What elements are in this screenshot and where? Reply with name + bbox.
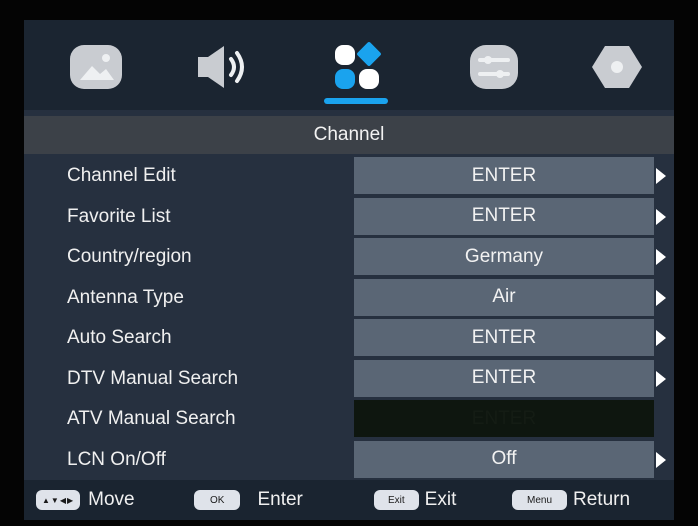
- hint-enter: OK Enter: [194, 487, 303, 513]
- hint-return-label: Return: [573, 489, 631, 510]
- menu-item-label: LCN On/Off: [67, 448, 166, 470]
- menu-item-dtv-manual-search[interactable]: DTV Manual Search ENTER: [24, 359, 674, 400]
- sliders-icon: [470, 45, 518, 89]
- menu-item-value[interactable]: Off: [354, 440, 654, 478]
- category-tab-bar: [24, 20, 674, 110]
- speaker-icon: [198, 46, 244, 88]
- key-hint-bar: ▲▼◀▶ Move OK Enter Exit Exit Menu Return: [24, 480, 674, 520]
- hint-enter-label: Enter: [257, 489, 303, 510]
- menu-item-value-disabled: ENTER: [354, 400, 654, 437]
- hint-move: ▲▼◀▶ Move: [36, 487, 135, 513]
- right-arrow-icon: [656, 289, 666, 306]
- menu-item-channel-edit[interactable]: Channel Edit ENTER: [24, 156, 674, 197]
- exit-key-icon: Exit: [374, 490, 419, 510]
- hint-exit-label: Exit: [424, 489, 457, 510]
- menu-item-value[interactable]: ENTER: [354, 359, 654, 397]
- menu-item-value[interactable]: ENTER: [354, 197, 654, 235]
- right-arrow-icon: [656, 208, 666, 225]
- channel-menu-list: Channel Edit ENTER Favorite List ENTER C…: [24, 156, 674, 480]
- menu-item-label: DTV Manual Search: [67, 367, 239, 389]
- menu-item-label: Channel Edit: [67, 165, 176, 186]
- active-tab-indicator: [324, 98, 388, 104]
- menu-item-value[interactable]: Air: [354, 278, 654, 316]
- menu-item-label: Auto Search: [67, 327, 172, 348]
- menu-item-label: Favorite List: [67, 205, 171, 227]
- menu-item-label: Country/region: [67, 246, 192, 267]
- tab-picture[interactable]: [68, 42, 124, 92]
- right-arrow-icon: [656, 330, 666, 346]
- arrow-keys-icon: ▲▼◀▶: [36, 490, 81, 510]
- menu-item-label: ATV Manual Search: [67, 408, 236, 429]
- ok-key-icon: OK: [194, 490, 241, 510]
- page-title: Channel: [24, 116, 674, 154]
- menu-item-favorite-list[interactable]: Favorite List ENTER: [24, 197, 674, 238]
- tab-lock[interactable]: [589, 42, 645, 92]
- right-arrow-icon: [656, 370, 666, 387]
- menu-item-atv-manual-search: ATV Manual Search ENTER: [24, 399, 674, 440]
- apps-grid-icon: [335, 42, 381, 89]
- menu-key-icon: Menu: [512, 490, 568, 510]
- tab-sound[interactable]: [194, 42, 250, 92]
- hint-exit: Exit Exit: [374, 487, 456, 513]
- menu-item-value[interactable]: Germany: [354, 238, 654, 275]
- right-arrow-icon: [656, 451, 666, 468]
- menu-item-antenna-type[interactable]: Antenna Type Air: [24, 278, 674, 319]
- hint-return: Menu Return: [512, 487, 630, 513]
- tv-menu-screen: Channel Channel Edit ENTER Favorite List…: [24, 20, 674, 520]
- menu-item-country-region[interactable]: Country/region Germany: [24, 237, 674, 278]
- hint-move-label: Move: [88, 489, 135, 510]
- right-arrow-icon: [656, 249, 666, 265]
- menu-item-value[interactable]: ENTER: [354, 319, 654, 356]
- picture-icon: [70, 45, 122, 89]
- right-arrow-icon: [656, 168, 666, 184]
- menu-item-lcn-on-off[interactable]: LCN On/Off Off: [24, 440, 674, 481]
- menu-item-value[interactable]: ENTER: [354, 157, 654, 194]
- tab-settings[interactable]: [466, 42, 522, 92]
- tab-channel[interactable]: [329, 42, 385, 92]
- hexagon-icon: [592, 46, 642, 88]
- menu-item-auto-search[interactable]: Auto Search ENTER: [24, 318, 674, 359]
- menu-item-label: Antenna Type: [67, 286, 184, 308]
